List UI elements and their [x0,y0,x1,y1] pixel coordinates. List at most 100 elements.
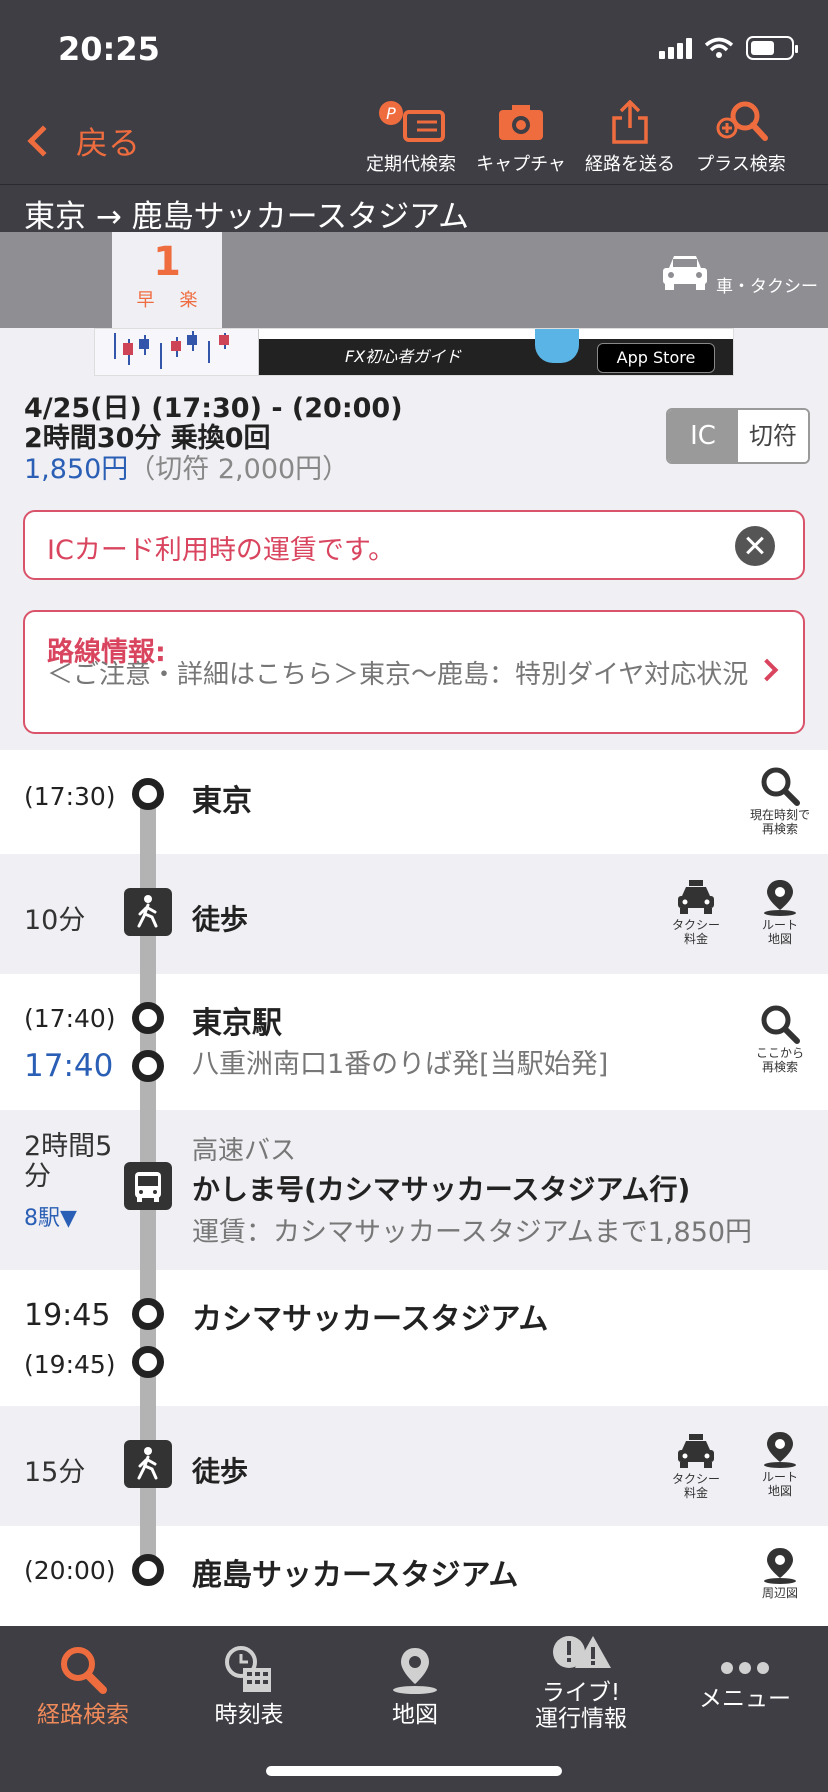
stop-node [132,778,164,810]
mini-label: 料金 [683,932,708,946]
route-info-notice[interactable]: 路線情報: ＜ご注意・詳細はこちら＞東京〜鹿島：特別ダイヤ対応状況 [23,610,805,734]
close-icon[interactable] [735,526,775,566]
mini-label: 周辺図 [761,1586,798,1600]
tab-label: 経路検索 [37,1702,129,1728]
itinerary-stop-start [0,750,828,854]
tool-label: キャプチャ [476,154,566,175]
bus-type: 高速バス [192,1136,297,1166]
bus-name[interactable]: かしま号(カシマサッカースタジアム行) [192,1168,690,1208]
tool-label: 定期代検索 [366,154,456,175]
tag-easy: 楽 [179,290,198,311]
stop3-arrival: 19:45 [24,1298,111,1333]
capture-button[interactable]: キャプチャ [466,100,576,176]
status-icons [659,36,798,60]
signal-icon [659,37,692,59]
share-icon [612,100,648,144]
live-info-icon [553,1636,611,1668]
mini-label: ルート [761,918,798,932]
route-map-button[interactable]: ルート 地図 [744,878,816,946]
ic-fare-notice: ICカード利用時の運賃です。 [23,510,805,580]
taxi-tab-label: 車・タクシー [716,277,818,297]
route-summary: 4/25(日) (17:30) - (20:00) 2時間30分 乗換0回 1,… [24,394,403,486]
taxi-fare-button[interactable]: タクシー 料金 [660,1434,732,1500]
walk-icon [137,1447,158,1480]
mini-label: 再検索 [761,822,798,836]
tool-label: プラス検索 [696,154,786,175]
tab-timetable[interactable]: 時刻表 [166,1644,332,1728]
bus-mode-box [124,1162,172,1210]
search-icon [61,1647,107,1694]
ic-fare-notice-text: ICカード利用時の運賃です。 [47,535,396,566]
bus-duration: 2時間5分 [24,1131,113,1192]
timetable-icon [225,1646,271,1692]
summary-fare: 1,850円（切符 2,000円） [24,454,403,486]
bus-stations-toggle[interactable]: 8駅▼ [24,1200,77,1232]
ticket-fare: （切符 2,000円） [128,454,350,485]
start-station[interactable]: 東京 [192,776,252,820]
tab-menu[interactable]: メニュー [662,1656,828,1712]
plus-search-icon [716,101,768,141]
route-map-button[interactable]: ルート 地図 [744,1430,816,1498]
route-title: 東京 → 鹿島サッカースタジアム [24,199,469,235]
commuter-pass-search-button[interactable]: P 定期代検索 [356,100,466,176]
stop-node [132,1002,164,1034]
car-taxi-tab[interactable]: 車・タクシー [659,250,818,297]
map-pin-icon [764,880,796,916]
research-now-button[interactable]: 現在時刻で 再検索 [740,766,820,836]
ad-appstore-badge: App Store [597,343,715,373]
camera-icon [499,105,543,140]
stop-node [132,1346,164,1378]
ad-fx-text: FX初心者ガイド [345,347,462,366]
mini-label: タクシー [671,1472,720,1486]
walk2-minutes: 15分 [24,1457,86,1488]
research-here-button[interactable]: ここから 再検索 [740,1004,820,1074]
status-time: 20:25 [58,30,160,68]
tab-map[interactable]: 地図 [332,1644,498,1728]
tab-live-info[interactable]: ライブ! 運行情報 [498,1634,664,1732]
walk2-label: 徒歩 [192,1455,249,1488]
svg-text:P: P [386,104,396,123]
ad-banner[interactable]: FX初心者ガイド App Store [94,328,734,376]
walk1-label: 徒歩 [192,903,249,936]
start-time: (17:30) [24,782,116,811]
stop2-arrival: (17:40) [24,1004,116,1033]
tab-route-search[interactable]: 経路検索 [0,1644,166,1728]
mini-label: 再検索 [761,1060,798,1074]
stop3-station[interactable]: カシマサッカースタジアム [192,1294,548,1338]
stop2-departure: 17:40 [24,1048,114,1084]
summary-date-time: 4/25(日) (17:30) - (20:00) [24,393,403,424]
back-button[interactable]: 戻る [24,118,140,164]
tab-label-line1: ライブ! [541,1680,621,1706]
map-pin-icon [764,1548,796,1584]
taxi-fare-button[interactable]: タクシー 料金 [660,880,732,946]
ic-fare: 1,850円 [24,454,129,485]
taxi-icon [678,880,714,914]
tab-route-1[interactable]: 1 早 楽 [112,232,222,328]
walk1-minutes: 10分 [24,905,86,936]
search-icon [761,767,800,806]
toggle-ic[interactable]: IC [668,410,738,462]
surrounding-map-button[interactable]: 周辺図 [744,1546,816,1600]
walk-icon [137,895,158,928]
walk-mode-box [124,888,172,936]
tag-fast: 早 [136,290,155,311]
tab-number: 1 [153,239,181,285]
back-label: 戻る [76,124,141,162]
mini-label: 現在時刻で [749,808,810,822]
toggle-ticket[interactable]: 切符 [738,410,808,462]
stop-node [132,1050,164,1082]
fare-type-toggle[interactable]: IC 切符 [666,408,810,464]
search-icon [761,1005,800,1044]
ad-chart-image [95,329,259,375]
taxi-icon [678,1434,714,1468]
home-indicator[interactable] [266,1766,562,1776]
plus-search-button[interactable]: プラス検索 [686,100,796,176]
send-route-button[interactable]: 経路を送る [575,100,685,176]
ad-person-image [535,329,579,363]
stop2-station[interactable]: 東京駅 [192,998,282,1042]
mini-label: ここから [755,1046,804,1060]
end-station[interactable]: 鹿島サッカースタジアム [192,1550,518,1594]
map-pin-icon [764,1432,796,1468]
tab-tags: 早 楽 [112,286,222,312]
wifi-icon [704,37,734,58]
